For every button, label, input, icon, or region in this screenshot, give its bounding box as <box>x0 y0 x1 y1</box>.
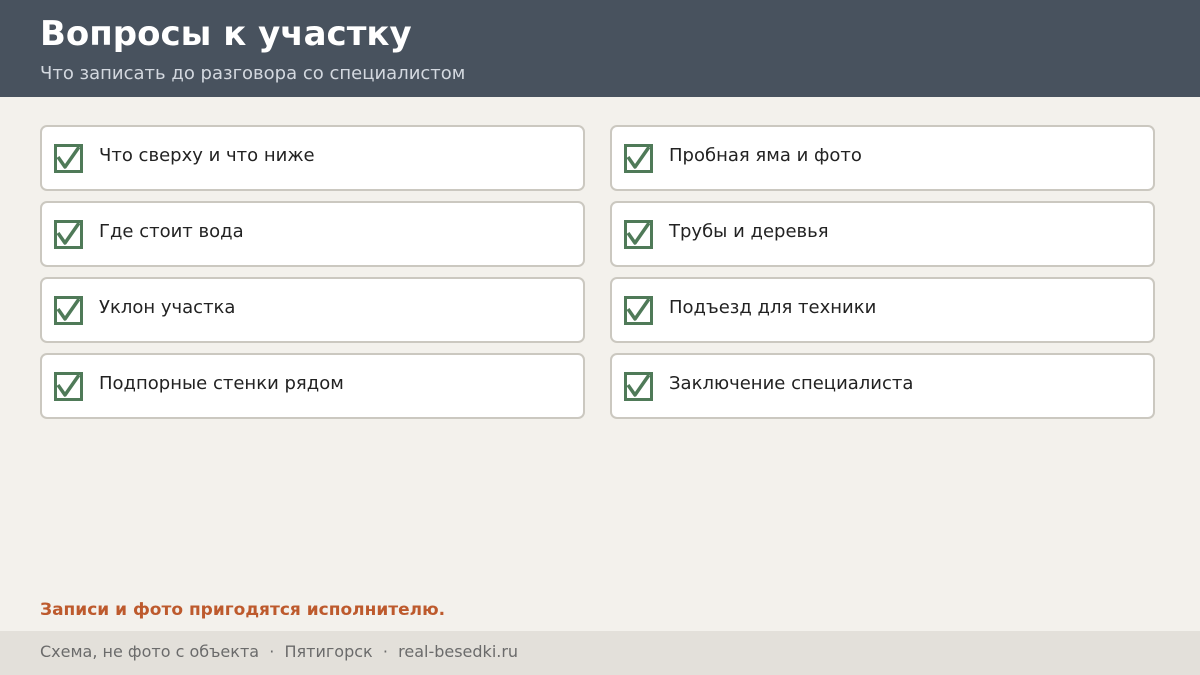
footer-site-link[interactable]: real-besedki.ru <box>398 642 518 661</box>
page-subtitle: Что записать до разговора со специалисто… <box>40 63 466 84</box>
note-text: Записи и фото пригодятся исполнителю. <box>40 600 446 620</box>
checkbox-checked-icon <box>624 296 653 325</box>
checklist-item-label: Трубы и деревья <box>669 221 829 242</box>
checklist-item: Трубы и деревья <box>610 201 1155 267</box>
checklist-item: Заключение специалиста <box>610 353 1155 419</box>
checkbox-checked-icon <box>54 372 83 401</box>
checklist-item: Пробная яма и фото <box>610 125 1155 191</box>
checkbox-checked-icon <box>624 144 653 173</box>
checkbox-checked-icon <box>54 296 83 325</box>
checklist-item-label: Где стоит вода <box>99 221 244 242</box>
checklist-item-label: Пробная яма и фото <box>669 145 862 166</box>
footer-city: Пятигорск <box>284 642 373 661</box>
checklist-item: Уклон участка <box>40 277 585 343</box>
checklist-item: Подпорные стенки рядом <box>40 353 585 419</box>
checkbox-checked-icon <box>624 220 653 249</box>
checkbox-checked-icon <box>54 144 83 173</box>
checklist-item-label: Уклон участка <box>99 297 236 318</box>
footer-separator: · <box>269 642 275 661</box>
checklist-item-label: Что сверху и что ниже <box>99 145 315 166</box>
checklist-item: Где стоит вода <box>40 201 585 267</box>
header-bar: Вопросы к участку Что записать до разгов… <box>0 0 1200 97</box>
page-title: Вопросы к участку <box>40 14 412 54</box>
checklist-item: Подъезд для техники <box>610 277 1155 343</box>
checkbox-checked-icon <box>54 220 83 249</box>
checklist-item-label: Подпорные стенки рядом <box>99 373 344 394</box>
footer-disclaimer: Схема, не фото с объекта <box>40 642 260 661</box>
checklist-item-label: Подъезд для техники <box>669 297 877 318</box>
footer-bar: Схема, не фото с объекта · Пятигорск · r… <box>0 631 1200 675</box>
checkbox-checked-icon <box>624 372 653 401</box>
checklist-item: Что сверху и что ниже <box>40 125 585 191</box>
checklist-item-label: Заключение специалиста <box>669 373 914 394</box>
footer-separator: · <box>382 642 388 661</box>
footer-line: Схема, не фото с объекта · Пятигорск · r… <box>40 642 518 661</box>
